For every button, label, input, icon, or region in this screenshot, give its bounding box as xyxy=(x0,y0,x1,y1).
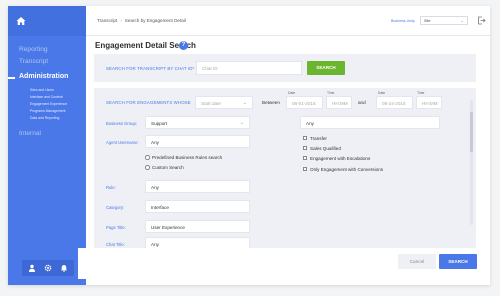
sidebar: Reporting Transcript Administration Site… xyxy=(8,6,86,285)
sidebar-item-internal[interactable]: Internal xyxy=(19,130,41,137)
conversions-checkbox[interactable] xyxy=(303,167,307,171)
sidebar-item-administration[interactable]: Administration xyxy=(19,73,68,80)
breadcrumb-transcript[interactable]: Transcript xyxy=(97,18,117,23)
top-header: Transcript › Search by Engagement Detail B… xyxy=(86,6,490,36)
business-unit-value: Site xyxy=(424,18,431,23)
bell-icon[interactable] xyxy=(60,264,68,272)
conversions-label: Only Engagement with Conversions xyxy=(310,167,384,172)
chat-id-label: SEARCH FOR TRANSCRIPT BY CHAT ID* xyxy=(106,66,195,71)
time-from-input[interactable]: HH:MM xyxy=(326,96,352,109)
search-button[interactable]: SEARCH xyxy=(439,254,477,269)
page-title-label: Page Title: xyxy=(106,225,126,230)
transfer-checkbox[interactable] xyxy=(303,136,307,140)
business-unit-select[interactable]: Site ⌄ xyxy=(420,16,468,25)
business-group-select[interactable]: Support ⌄ xyxy=(145,116,250,129)
logout-icon[interactable] xyxy=(477,16,486,25)
page-title-input[interactable]: User Experience xyxy=(145,220,250,233)
time-from-caption: Time xyxy=(327,91,335,95)
gear-icon[interactable] xyxy=(44,264,52,272)
cancel-button[interactable]: Cancel xyxy=(398,254,436,269)
sales-qualified-checkbox[interactable] xyxy=(303,146,307,150)
chevron-down-icon: ⌄ xyxy=(460,18,464,23)
business-unit-label: Business Unity xyxy=(391,19,415,23)
breadcrumb-current: Search by Engagement Detail xyxy=(124,18,186,23)
business-group-value: Support xyxy=(151,121,168,126)
breadcrumb-separator: › xyxy=(120,18,122,23)
rule-input[interactable]: Any xyxy=(145,180,250,193)
chat-id-search-button[interactable]: SEARCH xyxy=(307,61,345,75)
sidebar-subitem-engagement-experience[interactable]: Engagement Experience xyxy=(30,102,67,106)
date-from-input[interactable]: 08-01-2015 xyxy=(286,96,323,109)
escalations-checkbox[interactable] xyxy=(303,156,307,160)
escalations-label: Engagement with Escalations xyxy=(310,156,371,161)
predefined-rules-label: Predefined Business Rules search xyxy=(152,155,223,160)
breadcrumb: Transcript › Search by Engagement Detail xyxy=(97,18,186,23)
sidebar-footer xyxy=(22,260,74,276)
agent-username-input[interactable]: Any xyxy=(145,135,250,148)
category-input[interactable]: Interface xyxy=(145,200,250,213)
engagements-label: SEARCH FOR ENGAGEMENTS WHOSE xyxy=(106,100,191,105)
chat-id-input[interactable]: Chat ID xyxy=(196,61,302,75)
date-from-caption: Date xyxy=(288,91,296,95)
sidebar-subitem-interface-content[interactable]: Interface and Content xyxy=(30,95,63,99)
any-input-right[interactable]: Any xyxy=(300,116,440,129)
date-to-caption: Date xyxy=(378,91,386,95)
time-to-caption: Time xyxy=(417,91,425,95)
sidebar-subitem-programs-management[interactable]: Programs Management xyxy=(30,109,65,113)
rule-label: Rule: xyxy=(106,185,116,190)
business-group-label: Business Group: xyxy=(106,121,137,126)
sidebar-item-transcript[interactable]: Transcript xyxy=(19,58,48,65)
start-date-select[interactable]: Start date ⌄ xyxy=(195,96,253,109)
sidebar-subitem-sites-users[interactable]: Sites and Users xyxy=(30,88,54,92)
chevron-down-icon: ⌄ xyxy=(242,100,247,106)
between-label: Between xyxy=(262,100,280,105)
start-date-value: Start date xyxy=(201,101,221,106)
home-button[interactable] xyxy=(8,6,86,36)
active-indicator xyxy=(8,77,15,79)
sales-qualified-label: Sales Qualified xyxy=(310,146,341,151)
category-label: Category: xyxy=(106,205,125,210)
home-icon xyxy=(16,17,26,25)
help-icon[interactable]: ? xyxy=(179,41,188,50)
and-label: and xyxy=(358,100,366,105)
chat-title-label: Chat Title: xyxy=(106,242,125,247)
time-to-input[interactable]: HH:MM xyxy=(416,96,442,109)
chevron-down-icon: ⌄ xyxy=(239,120,244,126)
transfer-label: Transfer xyxy=(310,136,327,141)
scrollbar-thumb[interactable] xyxy=(470,112,473,152)
sidebar-subitem-data-reporting[interactable]: Data and Reporting xyxy=(30,116,59,120)
user-icon[interactable] xyxy=(28,264,36,272)
date-to-input[interactable]: 08-24-2015 xyxy=(376,96,413,109)
custom-search-label: Custom Search xyxy=(152,165,184,170)
predefined-rules-radio[interactable] xyxy=(145,155,150,160)
custom-search-radio[interactable] xyxy=(145,165,150,170)
agent-username-label: Agent Username: xyxy=(106,140,139,145)
sidebar-item-reporting[interactable]: Reporting xyxy=(19,46,48,53)
